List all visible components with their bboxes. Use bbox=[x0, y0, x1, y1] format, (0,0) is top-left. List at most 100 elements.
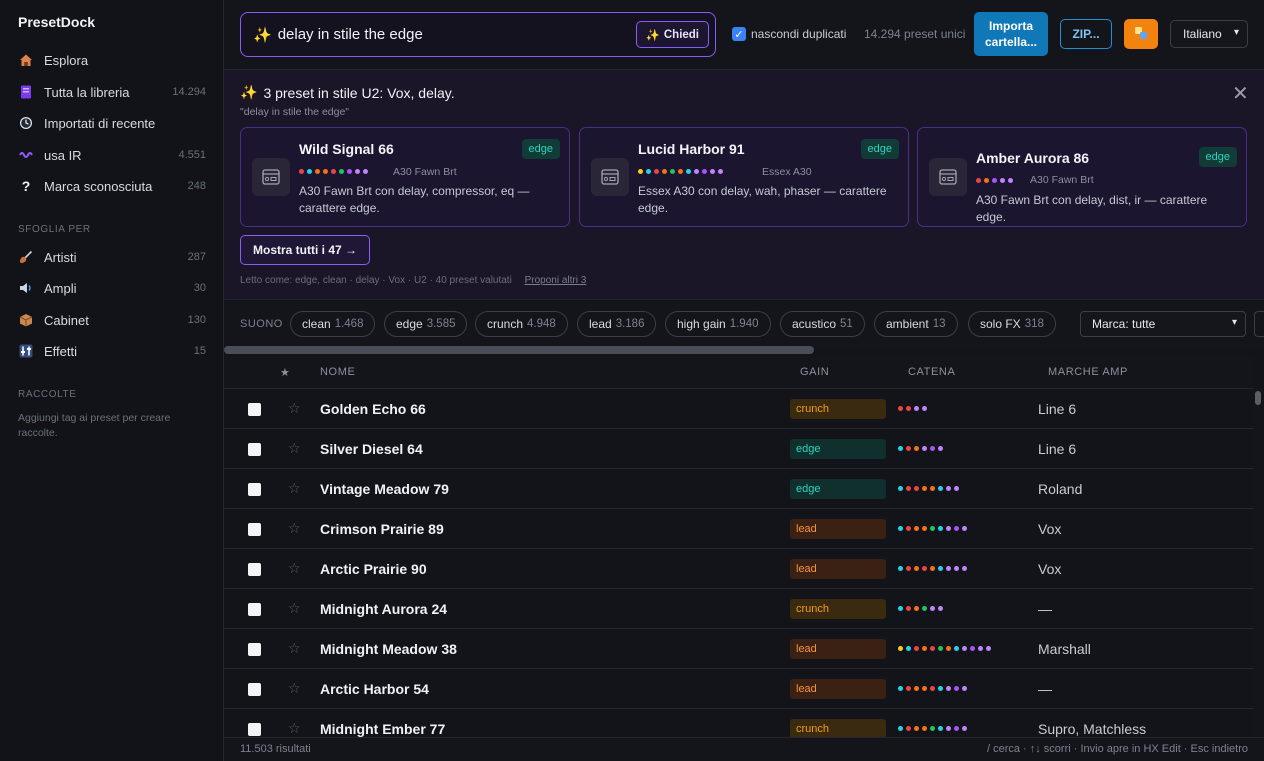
filter-pill-lead[interactable]: lead 3.186 bbox=[577, 311, 657, 337]
table-row[interactable]: ☆ Midnight Ember 77 crunch Supro, Matchless bbox=[224, 709, 1254, 737]
chain-dot bbox=[906, 486, 911, 491]
filter-pill-fx-only[interactable]: solo FX 318 bbox=[968, 311, 1056, 337]
filter-pill-ambient[interactable]: ambient 13 bbox=[874, 311, 958, 337]
sidebar-item-unknown-brand[interactable]: ? Marca sconosciuta 248 bbox=[18, 174, 206, 198]
filter-pill-high-gain[interactable]: high gain 1.940 bbox=[665, 311, 771, 337]
table-row[interactable]: ☆ Midnight Meadow 38 lead Marshall bbox=[224, 629, 1254, 669]
hide-duplicates-label[interactable]: nascondi duplicati bbox=[751, 27, 846, 41]
show-all-button[interactable]: Mostra tutti i 47 → bbox=[240, 235, 371, 265]
sidebar-item-amps[interactable]: Ampli 30 bbox=[18, 276, 206, 300]
filter-pill-edge[interactable]: edge 3.585 bbox=[384, 311, 468, 337]
sidebar-item-cabinet[interactable]: Cabinet 130 bbox=[18, 308, 206, 332]
row-checkbox[interactable] bbox=[248, 523, 261, 536]
preset-card[interactable]: Amber Aurora 86 edge A30 Fawn Brt A30 Fa… bbox=[917, 127, 1247, 227]
sidebar-item-uses-ir[interactable]: usa IR 4.551 bbox=[18, 143, 206, 167]
ai-interpretation: Letto come: edge, clean · delay · Vox · … bbox=[240, 275, 512, 286]
chain-dot bbox=[954, 726, 959, 731]
library-icon bbox=[18, 84, 34, 100]
status-bar: 11.503 risultati / cerca · ↑↓ scorri · I… bbox=[224, 737, 1264, 761]
chain-dot bbox=[694, 169, 699, 174]
chain-dots bbox=[638, 169, 723, 174]
sidebar-item-effects[interactable]: Effetti 15 bbox=[18, 339, 206, 363]
table-row[interactable]: ☆ Crimson Prairie 89 lead Vox bbox=[224, 509, 1254, 549]
star-icon[interactable]: ☆ bbox=[288, 440, 301, 457]
table-row[interactable]: ☆ Vintage Meadow 79 edge Roland bbox=[224, 469, 1254, 509]
keyboard-hints: / cerca · ↑↓ scorri · Invio apre in HX E… bbox=[986, 743, 1248, 755]
star-icon[interactable]: ☆ bbox=[288, 400, 301, 417]
gain-badge: lead bbox=[790, 559, 886, 579]
favorite-column-header[interactable]: ★ bbox=[280, 366, 290, 379]
star-icon[interactable]: ☆ bbox=[288, 520, 301, 537]
zip-button[interactable]: ZIP... bbox=[1060, 19, 1112, 49]
row-checkbox[interactable] bbox=[248, 643, 261, 656]
search-box[interactable]: ✨ ✨ Chiedi bbox=[240, 12, 716, 57]
sidebar-item-recent[interactable]: Importati di recente bbox=[18, 111, 206, 135]
table-row[interactable]: ☆ Golden Echo 66 crunch Line 6 bbox=[224, 389, 1254, 429]
sound-filter-label: SUONO bbox=[240, 318, 283, 330]
guitar-icon bbox=[18, 249, 34, 265]
chain-dot bbox=[898, 406, 903, 411]
theme-toggle-button[interactable] bbox=[1124, 19, 1158, 49]
chain-dot bbox=[710, 169, 715, 174]
star-icon[interactable]: ☆ bbox=[288, 680, 301, 697]
hide-duplicates-checkbox[interactable]: ✓ bbox=[732, 27, 746, 41]
chain-dot bbox=[906, 686, 911, 691]
chain-dot bbox=[323, 169, 328, 174]
row-checkbox[interactable] bbox=[248, 483, 261, 496]
vertical-scrollbar[interactable] bbox=[1254, 389, 1264, 737]
chain-dot bbox=[355, 169, 360, 174]
chain-dot bbox=[922, 686, 927, 691]
horizontal-scrollbar[interactable] bbox=[224, 346, 814, 354]
close-icon[interactable]: ✕ bbox=[1232, 84, 1249, 104]
sliders-icon bbox=[18, 343, 34, 359]
amp-brands-column-header[interactable]: MARCHE AMP bbox=[1048, 366, 1128, 378]
table-row[interactable]: ☆ Arctic Prairie 90 lead Vox bbox=[224, 549, 1254, 589]
row-checkbox[interactable] bbox=[248, 403, 261, 416]
star-icon[interactable]: ☆ bbox=[288, 720, 301, 737]
filter-pill-acoustic[interactable]: acustico 51 bbox=[780, 311, 865, 337]
row-checkbox[interactable] bbox=[248, 563, 261, 576]
row-checkbox[interactable] bbox=[248, 723, 261, 736]
preset-card[interactable]: Lucid Harbor 91 edge Essex A30 Essex A30… bbox=[579, 127, 909, 227]
table-row[interactable]: ☆ Arctic Harbor 54 lead — bbox=[224, 669, 1254, 709]
star-icon[interactable]: ☆ bbox=[288, 480, 301, 497]
additional-filter-select[interactable] bbox=[1254, 311, 1264, 337]
sidebar-item-explore[interactable]: Esplora bbox=[18, 48, 206, 72]
chain-dot bbox=[898, 606, 903, 611]
sidebar-item-artists[interactable]: Artisti 287 bbox=[18, 245, 206, 269]
propose-more-link[interactable]: Proponi altri 3 bbox=[525, 275, 587, 286]
table-row[interactable]: ☆ Silver Diesel 64 edge Line 6 bbox=[224, 429, 1254, 469]
sidebar-item-library[interactable]: Tutta la libreria 14.294 bbox=[18, 80, 206, 104]
chain-dot bbox=[331, 169, 336, 174]
row-checkbox[interactable] bbox=[248, 683, 261, 696]
speaker-icon bbox=[18, 280, 34, 296]
search-input[interactable] bbox=[277, 26, 638, 43]
filter-pill-clean[interactable]: clean 1.468 bbox=[290, 311, 376, 337]
star-icon[interactable]: ☆ bbox=[288, 640, 301, 657]
gain-column-header[interactable]: GAIN bbox=[800, 366, 829, 378]
star-icon[interactable]: ☆ bbox=[288, 560, 301, 577]
language-select[interactable]: Italiano ▾ bbox=[1170, 20, 1248, 48]
chain-dots bbox=[898, 526, 967, 531]
brand-select[interactable]: Marca: tutte ▾ bbox=[1080, 311, 1246, 337]
chain-dots bbox=[898, 686, 967, 691]
scrollbar-thumb[interactable] bbox=[1255, 391, 1261, 405]
import-folder-button[interactable]: Importa cartella... bbox=[974, 12, 1048, 56]
chain-dot bbox=[662, 169, 667, 174]
pill-label: crunch bbox=[487, 317, 524, 331]
table-row[interactable]: ☆ Midnight Aurora 24 crunch — bbox=[224, 589, 1254, 629]
row-checkbox[interactable] bbox=[248, 603, 261, 616]
star-icon[interactable]: ☆ bbox=[288, 600, 301, 617]
row-checkbox[interactable] bbox=[248, 443, 261, 456]
chain-dot bbox=[678, 169, 683, 174]
amp-brands: Line 6 bbox=[1038, 441, 1077, 457]
pill-label: lead bbox=[589, 317, 612, 331]
pill-count: 3.585 bbox=[426, 318, 456, 330]
chain-column-header[interactable]: CATENA bbox=[908, 366, 955, 378]
name-column-header[interactable]: NOME bbox=[320, 366, 355, 378]
sound-filter-bar: SUONO clean 1.468 edge 3.585 crunch 4.948 l… bbox=[224, 300, 1264, 348]
ask-button[interactable]: ✨ Chiedi bbox=[635, 21, 709, 48]
filter-pill-crunch[interactable]: crunch 4.948 bbox=[475, 311, 568, 337]
preset-name: Midnight Meadow 38 bbox=[320, 641, 457, 657]
preset-card[interactable]: Wild Signal 66 edge A30 Fawn Brt A30 Faw… bbox=[240, 127, 570, 227]
